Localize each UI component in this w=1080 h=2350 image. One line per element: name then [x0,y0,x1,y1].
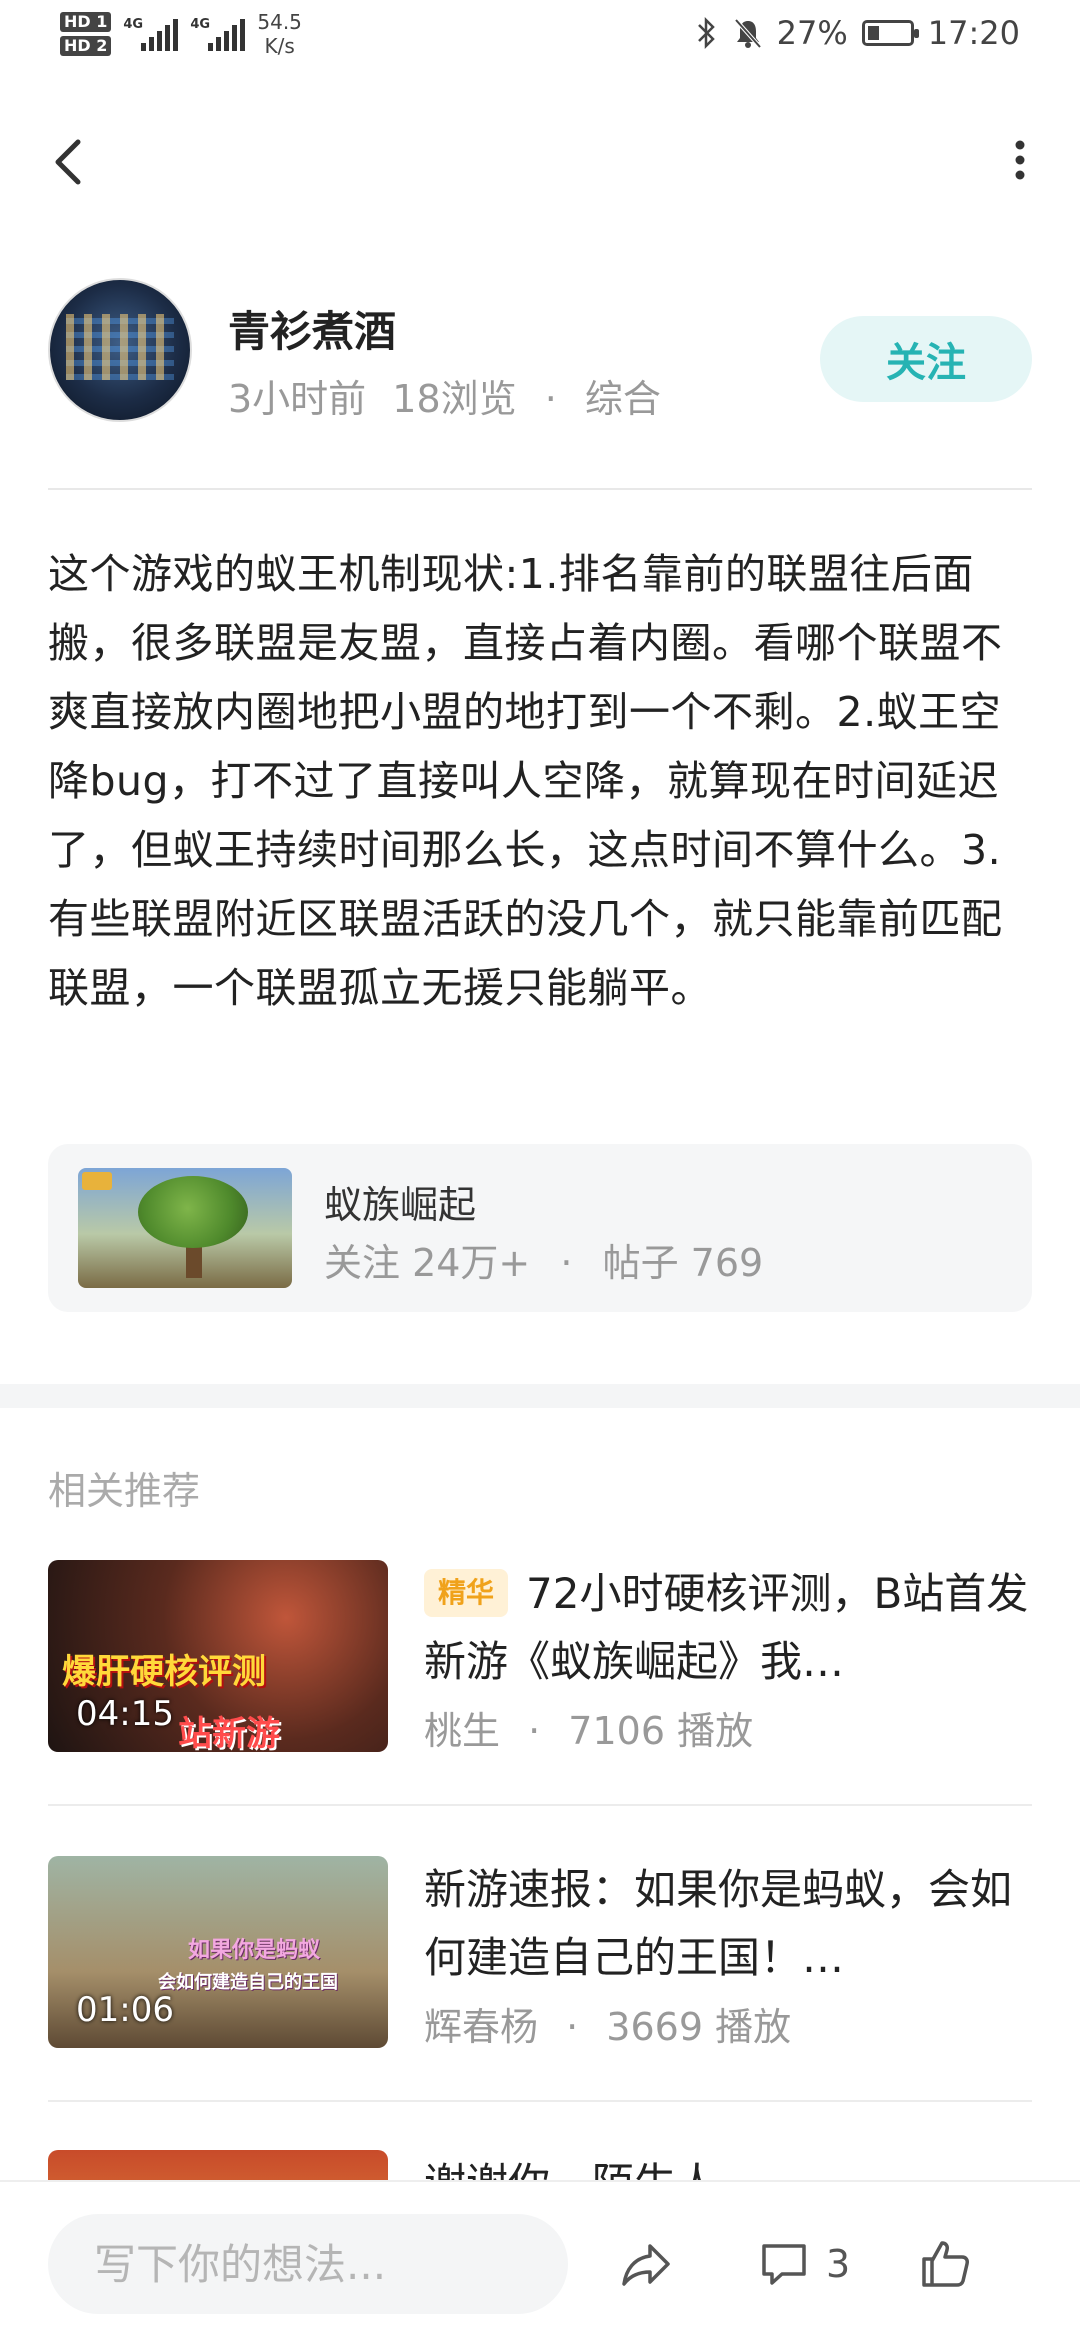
thumbnail-caption: 如果你是蚂蚁 [188,1938,321,1963]
video-thumbnail: 爆肝硬核评测 站新游 04:15 [48,1560,388,1752]
network-speed: 54.5 K/s [257,10,302,58]
list-item-title: 精华 72小时硬核评测，B站首发新游《蚁族崛起》我… [424,1560,1032,1696]
forum-card[interactable]: 蚁族崛起 关注 24万+ · 帖子 769 [48,1144,1032,1312]
chevron-left-icon [55,139,81,185]
forum-thumbnail [78,1168,292,1288]
video-title: 新游速报：如果你是蚂蚁，会如何建造自己的王国！… [424,1865,1013,1982]
speed-value: 54.5 [257,10,302,34]
sim2-label: HD 2 [60,36,112,56]
forum-stats: 关注 24万+ · 帖子 769 [324,1232,763,1287]
view-count: 18浏览 [392,377,517,421]
video-author: 辉春杨 [424,2005,539,2049]
clock: 17:20 [927,14,1020,52]
list-item-text: 新游速报：如果你是蚂蚁，会如何建造自己的王国！… 辉春杨 · 3669 播放 [424,1856,1032,2051]
divider [48,2100,1032,2102]
mute-bell-icon [734,18,762,49]
thumbnail-caption-2: 会如何建造自己的王国 [158,1972,338,1993]
author-header: 青衫煮酒 3小时前 18浏览 · 综合 关注 [48,278,1032,428]
list-item[interactable]: 如果你是蚂蚁 会如何建造自己的王国 01:06 新游速报：如果你是蚂蚁，会如何建… [48,1856,1032,2056]
comment-bubble-icon [762,2244,806,2285]
meta-separator: · [566,2005,579,2049]
video-duration: 04:15 [76,1694,174,1734]
sim1-label: HD 1 [60,12,112,32]
comment-button[interactable]: 3 [756,2224,850,2304]
divider [48,1804,1032,1806]
section-divider [0,1384,1080,1408]
more-options-button[interactable] [1000,130,1040,190]
vertical-dots-icon [1015,140,1025,180]
status-bar-right: 27% 17:20 [695,14,1020,52]
play-count: 3669 播放 [606,2005,792,2049]
list-item[interactable]: 爆肝硬核评测 站新游 04:15 精华 72小时硬核评测，B站首发新游《蚁族崛起》… [48,1560,1032,1760]
play-count: 7106 播放 [568,1709,754,1753]
post-category: 综合 [584,377,661,421]
status-bar: HD 1 HD 2 4G 4G 54.5 K/s 27% 17:20 [0,0,1080,80]
like-button[interactable] [916,2224,974,2304]
signal-icon-2: 4G [190,17,246,51]
sim-indicators: HD 1 HD 2 [60,12,112,56]
featured-badge: 精华 [424,1569,509,1617]
comment-count: 3 [826,2242,851,2286]
post-meta: 3小时前 18浏览 · 综合 [228,368,661,423]
post-content: 这个游戏的蚁王机制现状:1.排名靠前的联盟往后面搬，很多联盟是友盟，直接占着内圈… [48,550,1003,1012]
forum-posts: 帖子 769 [602,1241,764,1285]
meta-separator: · [528,1709,541,1753]
forum-followers: 关注 24万+ [324,1241,531,1285]
follow-button[interactable]: 关注 [820,316,1032,402]
list-item-text: 精华 72小时硬核评测，B站首发新游《蚁族崛起》我… 桃生 · 7106 播放 [424,1560,1032,1755]
author-name[interactable]: 青衫煮酒 [228,298,396,359]
video-thumbnail: 如果你是蚂蚁 会如何建造自己的王国 01:06 [48,1856,388,2048]
battery-percent: 27% [776,14,848,52]
battery-fill [867,26,879,40]
meta-separator: · [544,377,557,421]
share-button[interactable] [616,2224,676,2304]
post-time: 3小时前 [228,377,367,421]
thumbnail-caption-2: 站新游 [178,1714,280,1752]
top-nav [0,120,1080,200]
signal-icon: 4G [123,17,179,51]
list-item-meta: 辉春杨 · 3669 播放 [424,1996,1032,2051]
stats-separator: · [560,1241,573,1285]
speed-unit: K/s [264,34,295,58]
video-duration: 01:06 [76,1990,174,2030]
bluetooth-icon [697,16,715,50]
video-title: 72小时硬核评测，B站首发新游《蚁族崛起》我… [424,1569,1029,1686]
back-button[interactable] [44,130,104,190]
related-heading: 相关推荐 [48,1469,201,1513]
video-author: 桃生 [424,1709,501,1753]
battery-icon [861,20,919,46]
avatar[interactable] [48,278,192,422]
net-type-label-2: 4G [190,17,211,32]
divider [48,488,1032,490]
status-bar-left: HD 1 HD 2 4G 4G 54.5 K/s [60,10,302,58]
forum-name: 蚁族崛起 [324,1183,477,1227]
thumbnail-caption: 爆肝硬核评测 [62,1652,266,1692]
thumbs-up-icon [922,2241,969,2287]
comment-input[interactable] [48,2214,568,2314]
bottom-bar: 3 [0,2180,1080,2342]
list-item-meta: 桃生 · 7106 播放 [424,1700,1032,1755]
net-type-label: 4G [123,17,144,32]
share-arrow-icon [622,2244,670,2286]
